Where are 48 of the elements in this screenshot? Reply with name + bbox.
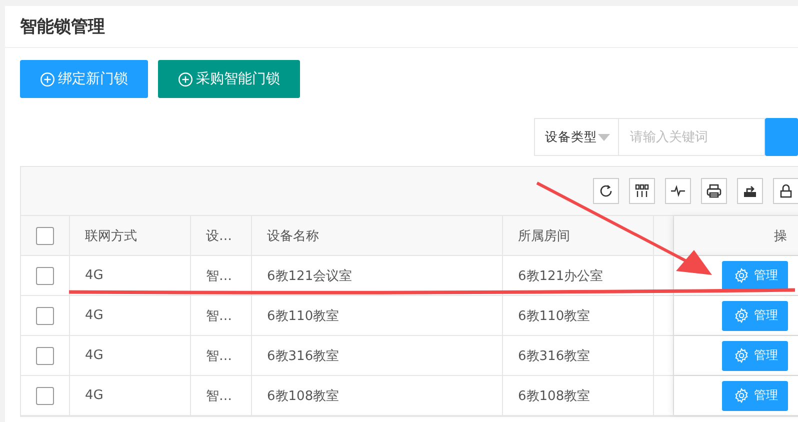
page-title: 智能锁管理 (20, 16, 105, 38)
columns-icon[interactable] (629, 178, 655, 204)
row-checkbox[interactable] (36, 266, 54, 284)
print-icon[interactable] (701, 178, 727, 204)
action-button[interactable]: 采购智能门锁 (158, 60, 300, 98)
manage-button[interactable]: 管理 (722, 340, 788, 370)
row-checkbox[interactable] (36, 346, 54, 364)
table-cell-text: 6教108教室 (518, 388, 590, 404)
table-cell-text: 智… (206, 268, 232, 284)
plus-circle-icon (178, 72, 193, 86)
table-cell: 4G (85, 268, 104, 283)
manage-button[interactable]: 管理 (722, 300, 788, 330)
keyword-field[interactable]: 请输入关键词 (618, 118, 765, 156)
table-cell: 4G (85, 348, 104, 363)
refresh-icon[interactable] (593, 178, 619, 204)
export-icon[interactable] (737, 178, 763, 204)
lock-icon[interactable] (773, 178, 798, 204)
column-header: 设备名称 (267, 228, 319, 244)
column-header: 联网方式 (85, 228, 137, 244)
caret-icon (598, 134, 610, 140)
plus-circle-icon (40, 72, 55, 86)
column-header: 设… (206, 228, 232, 244)
table-cell-text: 6教121办公室 (518, 268, 604, 284)
table-cell-text: 智… (206, 308, 232, 324)
row-checkbox[interactable] (36, 306, 54, 324)
table-cell-text: 6教316教室 (518, 348, 590, 364)
gear-icon (734, 348, 749, 363)
table-cell-text: 6教108教室 (267, 388, 340, 404)
table-cell-text: 智… (206, 388, 232, 404)
column-header: 操 (774, 228, 787, 244)
gear-icon (734, 268, 749, 283)
column-header: 所属房间 (518, 228, 570, 244)
gear-icon (734, 388, 749, 403)
table-cell: 4G (85, 308, 104, 323)
table-cell-text: 6教316教室 (267, 348, 340, 364)
table-cell-text: 智… (206, 348, 232, 364)
select-all-checkbox[interactable] (36, 226, 54, 244)
gear-icon (734, 308, 749, 323)
type-select[interactable]: 设备类型 (534, 118, 619, 156)
manage-button[interactable]: 管理 (722, 380, 788, 410)
table-cell-text: 6教110教室 (518, 308, 590, 324)
table-cell-text: 6教121会议室 (267, 268, 352, 284)
table-cell: 4G (85, 388, 104, 403)
manage-button[interactable]: 管理 (722, 260, 788, 290)
table-cell-text: 6教110教室 (267, 308, 340, 324)
pulse-icon[interactable] (665, 178, 691, 204)
action-button[interactable]: 绑定新门锁 (20, 60, 148, 98)
row-checkbox[interactable] (36, 386, 54, 404)
